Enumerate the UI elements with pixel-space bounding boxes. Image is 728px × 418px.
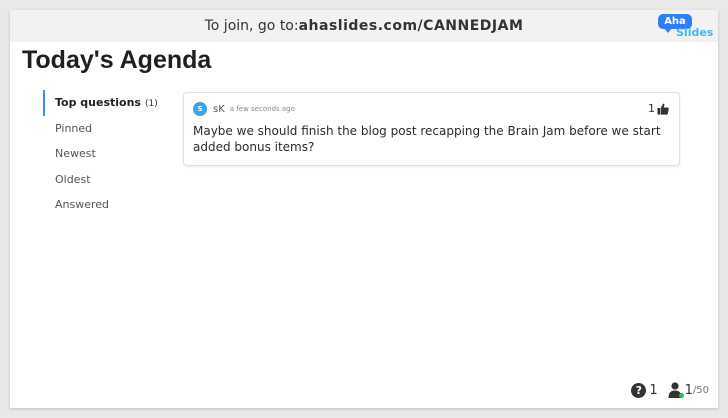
filter-answered[interactable]: Answered [43, 192, 163, 218]
question-count: 1 [649, 382, 658, 398]
join-url[interactable]: ahaslides.com/CANNEDJAM [299, 18, 524, 34]
slide: To join, go to: ahaslides.com/CANNEDJAM … [10, 10, 718, 408]
filter-label: Top questions [55, 96, 141, 109]
timestamp: a few seconds ago [229, 105, 295, 113]
like-count: 1 [648, 102, 655, 115]
participant-capacity: /50 [692, 384, 709, 396]
question-text: Maybe we should finish the blog post rec… [193, 124, 661, 154]
filter-count: (1) [144, 99, 158, 109]
page-title: Today's Agenda [22, 46, 212, 74]
session-stats: ? 1 1 /50 [631, 382, 709, 398]
filter-top-questions[interactable]: Top questions (1) [43, 90, 163, 116]
filter-oldest[interactable]: Oldest [43, 167, 163, 193]
question-filter-nav: Top questions (1) Pinned Newest Oldest An… [43, 90, 163, 218]
author-name: sK [213, 103, 225, 115]
avatar: S [193, 102, 207, 116]
participant-count: 1 [684, 382, 693, 398]
logo-word: Slides [676, 26, 714, 39]
online-dot [678, 393, 684, 398]
filter-newest[interactable]: Newest [43, 141, 163, 167]
join-banner: To join, go to: ahaslides.com/CANNEDJAM … [10, 10, 718, 42]
question-card[interactable]: S sK a few seconds ago 1 Maybe we should… [183, 92, 680, 166]
join-prefix: To join, go to: [204, 18, 299, 34]
question-meta: S sK a few seconds ago [193, 102, 295, 116]
like-button[interactable]: 1 [648, 102, 669, 115]
filter-pinned[interactable]: Pinned [43, 116, 163, 142]
person-icon [668, 382, 684, 398]
question-circle-icon: ? [631, 382, 647, 398]
ahaslides-logo: Aha Slides [656, 14, 714, 40]
thumbs-up-icon [657, 103, 669, 115]
